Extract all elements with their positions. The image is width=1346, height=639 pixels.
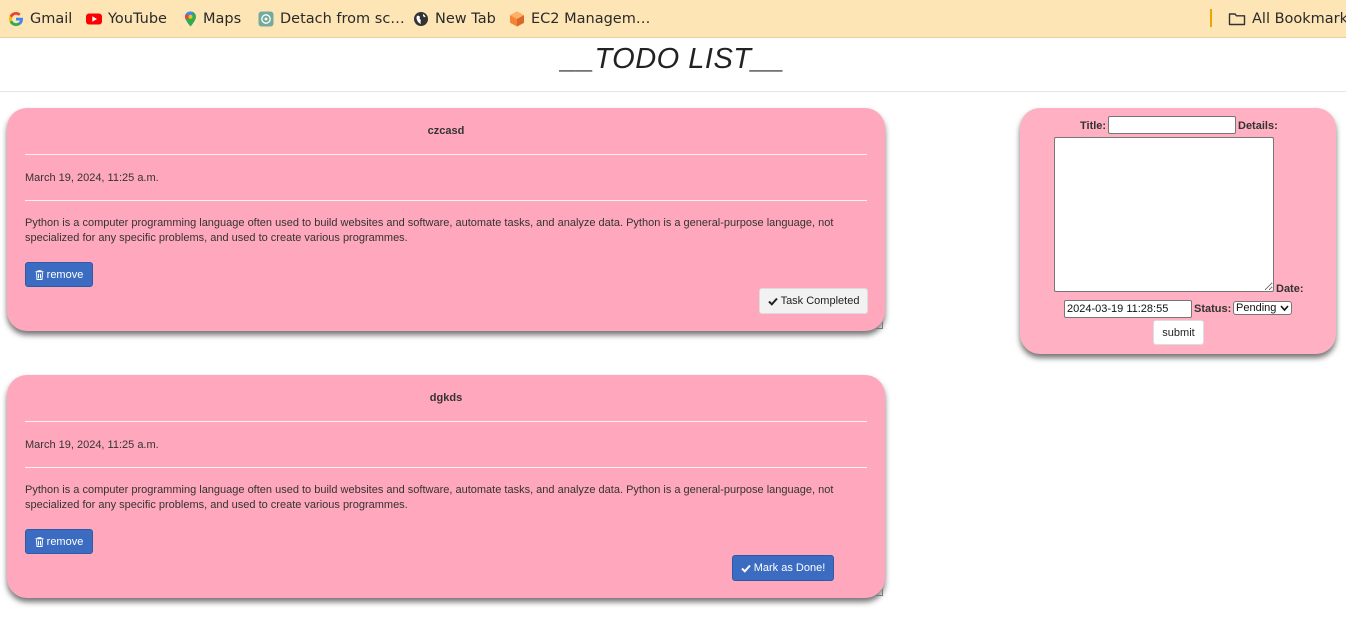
status-label: Status: [1194,303,1232,315]
bookmark-youtube[interactable]: YouTube [86,0,167,38]
maps-pin-icon [184,11,197,27]
bookmark-label: YouTube [108,11,167,27]
bookmark-maps[interactable]: Maps [184,0,241,38]
divider [25,154,867,155]
checkmark-icon [741,564,751,573]
trash-icon [35,536,44,547]
trash-icon [35,269,44,280]
task-details: Python is a computer programming languag… [25,217,834,244]
task-card: czcasd March 19, 2024, 11:25 a.m. Python… [7,108,885,331]
submit-label: submit [1162,326,1195,339]
mark-as-done-button[interactable]: Mark as Done! [732,555,834,581]
chevron-down-icon [1280,304,1289,312]
bookmark-label: Gmail [30,11,73,27]
divider [25,467,867,468]
task-date: March 19, 2024, 11:25 a.m. [25,172,159,184]
task-date: March 19, 2024, 11:25 a.m. [25,439,159,451]
bookmark-gmail[interactable]: Gmail [8,0,72,38]
title-label: Title: [1080,120,1107,132]
bookmarks-bar: Gmail YouTube Maps Detach from sc… New T… [0,0,1346,38]
bookmark-label: New Tab [435,11,496,27]
youtube-icon [86,11,102,27]
remove-button[interactable]: remove [25,262,93,287]
bookmark-label: Maps [203,11,242,27]
title-input[interactable] [1108,116,1236,134]
folder-icon [1228,11,1246,27]
task-title: czcasd [427,125,465,137]
remove-label: remove [46,268,84,281]
page-title: __TODO LIST__ [561,43,785,75]
date-label: Date: [1276,283,1304,295]
remove-button[interactable]: remove [25,529,93,554]
date-input[interactable] [1064,300,1192,318]
globe-icon [413,11,429,27]
divider [25,200,867,201]
aws-icon [509,11,525,27]
checkmark-icon [767,297,778,306]
task-title: dgkds [429,392,463,404]
bookmark-detach[interactable]: Detach from sc… [258,0,405,38]
bookmark-label: EC2 Managem… [531,11,651,27]
google-icon [8,11,24,27]
details-textarea[interactable] [1054,137,1274,292]
divider [25,421,867,422]
task-completed-button[interactable]: Task Completed [759,288,868,314]
status-value: Pending [1236,302,1277,314]
all-bookmarks-button[interactable]: All Bookmarks [1228,0,1346,38]
bookmark-new-tab[interactable]: New Tab [413,0,496,38]
submit-button[interactable]: submit [1153,320,1204,345]
page-header: __TODO LIST__ [0,38,1346,92]
chatgpt-icon [258,11,274,27]
task-completed-label: Task Completed [780,295,860,307]
resize-handle[interactable] [876,589,883,596]
bookmarks-separator [1210,9,1212,27]
resize-handle[interactable] [876,322,883,329]
remove-label: remove [46,535,84,548]
bookmark-label: Detach from sc… [280,11,405,27]
details-label: Details: [1238,120,1278,132]
mark-as-done-label: Mark as Done! [753,562,826,574]
all-bookmarks-label: All Bookmarks [1252,11,1346,27]
add-task-form: Title: Details: Date: Status: Pending su… [1020,108,1336,354]
task-card: dgkds March 19, 2024, 11:25 a.m. Python … [7,375,885,598]
bookmark-ec2[interactable]: EC2 Managem… [509,0,650,38]
status-select[interactable]: Pending [1233,301,1292,315]
task-details: Python is a computer programming languag… [25,484,834,511]
